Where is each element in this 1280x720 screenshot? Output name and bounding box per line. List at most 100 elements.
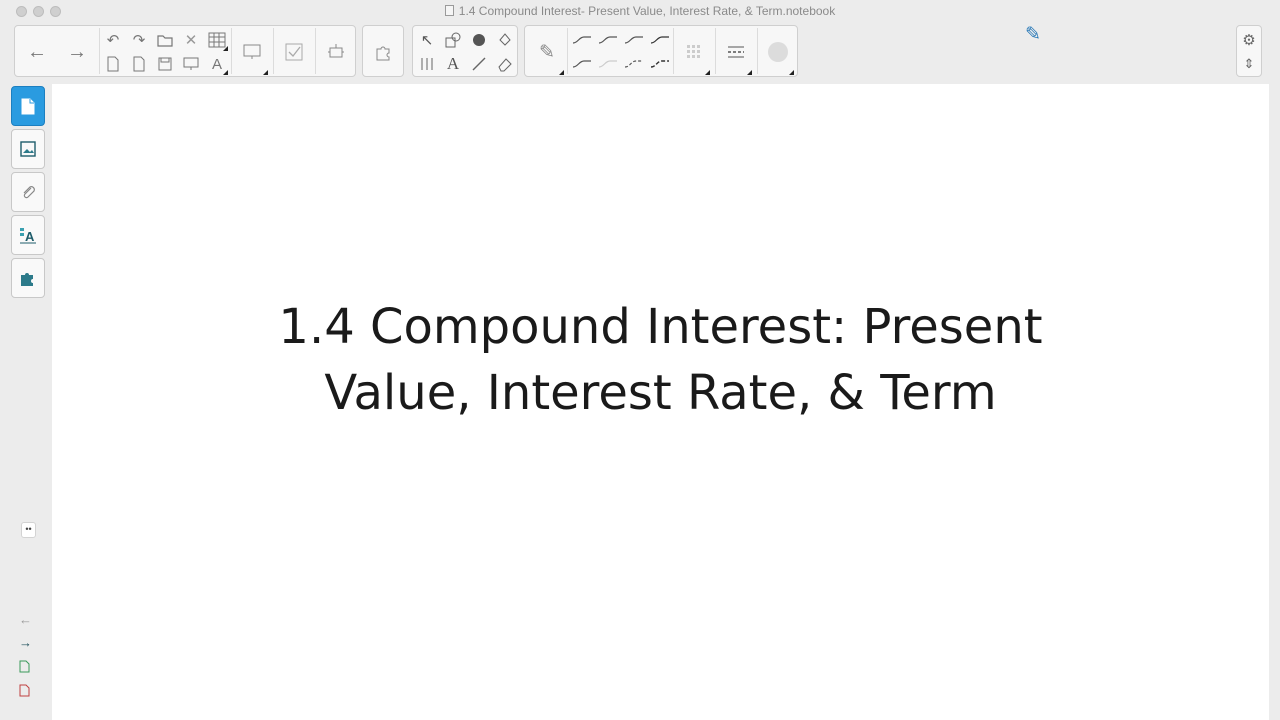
- insert-page-button[interactable]: [101, 52, 125, 76]
- checkbox-icon: [285, 43, 303, 61]
- dropdown-indicator: [705, 70, 710, 75]
- line-style-icon: [598, 60, 617, 68]
- toolbar: ← → ↶ ↷ ✕ A ↖ A ✎ ✎ ⚙ ⇕: [0, 22, 1280, 82]
- add-page-button[interactable]: [19, 660, 30, 676]
- toolbar-group-settings: ⚙ ⇕: [1236, 25, 1262, 77]
- pen-style-4[interactable]: [647, 30, 673, 50]
- screen-shade-button[interactable]: [179, 52, 203, 76]
- line-icon: [472, 57, 486, 71]
- settings-button[interactable]: ⚙: [1237, 28, 1261, 52]
- next-page-button-side[interactable]: →: [19, 635, 32, 650]
- display-button[interactable]: [233, 34, 271, 70]
- divider: [757, 28, 758, 74]
- redo-button[interactable]: ↷: [127, 28, 151, 52]
- undo-button[interactable]: ↶: [101, 28, 125, 52]
- pen-style-2[interactable]: [595, 30, 621, 50]
- previous-page-button[interactable]: ←: [19, 34, 55, 70]
- pen-style-7[interactable]: [621, 54, 647, 74]
- pen-style-5[interactable]: [569, 54, 595, 74]
- pen-icon: ✎: [1025, 23, 1041, 45]
- whiteboard-canvas[interactable]: 1.4 Compound Interest: Present Value, In…: [52, 84, 1269, 720]
- line-style-icon: [624, 36, 643, 44]
- collapse-arrows-icon: ⇕: [1243, 56, 1255, 71]
- delete-page-button[interactable]: [127, 52, 151, 76]
- divider: [273, 28, 274, 74]
- active-pen-indicator[interactable]: ✎: [1021, 22, 1045, 46]
- dropdown-indicator: [223, 46, 228, 51]
- eraser-tool[interactable]: [493, 52, 517, 76]
- toolbar-group-pen: ✎: [524, 25, 798, 77]
- dropdown-indicator: [263, 70, 268, 75]
- monitor-icon: [243, 44, 261, 59]
- sidebar-expand-handle[interactable]: ••: [21, 522, 36, 538]
- divider: [231, 28, 232, 74]
- measurement-tools-icon: [421, 58, 433, 70]
- tab-page-sorter[interactable]: [11, 86, 45, 126]
- fill-shapes-icon: [473, 34, 485, 46]
- line-style-icon: [572, 36, 591, 44]
- window-title-container: 1.4 Compound Interest- Present Value, In…: [0, 4, 1280, 18]
- add-page-icon: [19, 660, 30, 673]
- forward-arrow-icon: →: [67, 40, 87, 63]
- select-tool[interactable]: ↖: [415, 28, 439, 52]
- cursor-arrow-icon: ↖: [420, 32, 434, 49]
- fill-effect-icon: [768, 42, 788, 62]
- delete-x-icon: ✕: [184, 32, 198, 49]
- side-panel-tabs: A •• ← →: [10, 84, 50, 720]
- pen-style-8[interactable]: [647, 54, 673, 74]
- shapes-icon: [445, 32, 461, 48]
- dropdown-indicator: [789, 70, 794, 75]
- tab-addons[interactable]: [11, 258, 45, 298]
- tab-gallery[interactable]: [11, 129, 45, 169]
- document-icon: [444, 5, 454, 16]
- response-button[interactable]: [275, 34, 313, 70]
- tab-properties[interactable]: A: [11, 215, 45, 255]
- back-arrow-icon: ←: [27, 40, 47, 63]
- line-style-icon: [572, 60, 591, 68]
- right-edge: [1269, 84, 1280, 720]
- text-tool[interactable]: A: [441, 52, 465, 76]
- lab-activities-button[interactable]: [317, 34, 355, 70]
- addons-button[interactable]: [365, 34, 401, 70]
- fill-tool[interactable]: [467, 28, 491, 52]
- toolbar-position-button[interactable]: ⇕: [1237, 52, 1261, 76]
- line-thickness-icon: [728, 46, 744, 58]
- pen-tool[interactable]: ✎: [529, 34, 565, 70]
- dropdown-indicator: [747, 70, 752, 75]
- line-style-icon: [598, 36, 617, 44]
- measurement-tool[interactable]: [415, 52, 439, 76]
- next-page-button[interactable]: →: [59, 34, 95, 70]
- puzzle-piece-icon: [376, 46, 390, 61]
- paint-bucket-tool[interactable]: [493, 28, 517, 52]
- pen-style-6[interactable]: [595, 54, 621, 74]
- tab-attachments[interactable]: [11, 172, 45, 212]
- pen-style-3[interactable]: [621, 30, 647, 50]
- delete-page-button-side[interactable]: [19, 684, 30, 700]
- pencil-icon: ✎: [539, 41, 555, 63]
- shapes-tool[interactable]: [441, 28, 465, 52]
- divider: [99, 28, 100, 74]
- heading-line-2: Value, Interest Rate, & Term: [324, 365, 997, 421]
- new-page-icon: [107, 56, 119, 72]
- open-folder-icon: [157, 35, 173, 47]
- line-tool[interactable]: [467, 52, 491, 76]
- gallery-icon: [20, 141, 36, 157]
- title-bar: 1.4 Compound Interest- Present Value, In…: [0, 0, 1280, 22]
- pen-style-1[interactable]: [569, 30, 595, 50]
- line-thickness-button[interactable]: [717, 34, 755, 70]
- undo-icon: ↶: [106, 32, 120, 49]
- divider: [315, 28, 316, 74]
- color-button[interactable]: [675, 34, 713, 70]
- font-icon: A: [211, 55, 222, 73]
- save-button[interactable]: [153, 52, 177, 76]
- save-icon: [158, 57, 172, 71]
- screen-shade-icon: [183, 57, 199, 70]
- page-icon: [21, 98, 35, 114]
- puzzle-icon: [21, 273, 33, 286]
- prev-page-button[interactable]: ←: [19, 612, 32, 627]
- delete-button[interactable]: ✕: [179, 28, 203, 52]
- right-arrow-icon: →: [19, 635, 32, 650]
- open-file-button[interactable]: [153, 28, 177, 52]
- page-heading[interactable]: 1.4 Compound Interest: Present Value, In…: [52, 294, 1269, 426]
- transparency-button[interactable]: [759, 34, 797, 70]
